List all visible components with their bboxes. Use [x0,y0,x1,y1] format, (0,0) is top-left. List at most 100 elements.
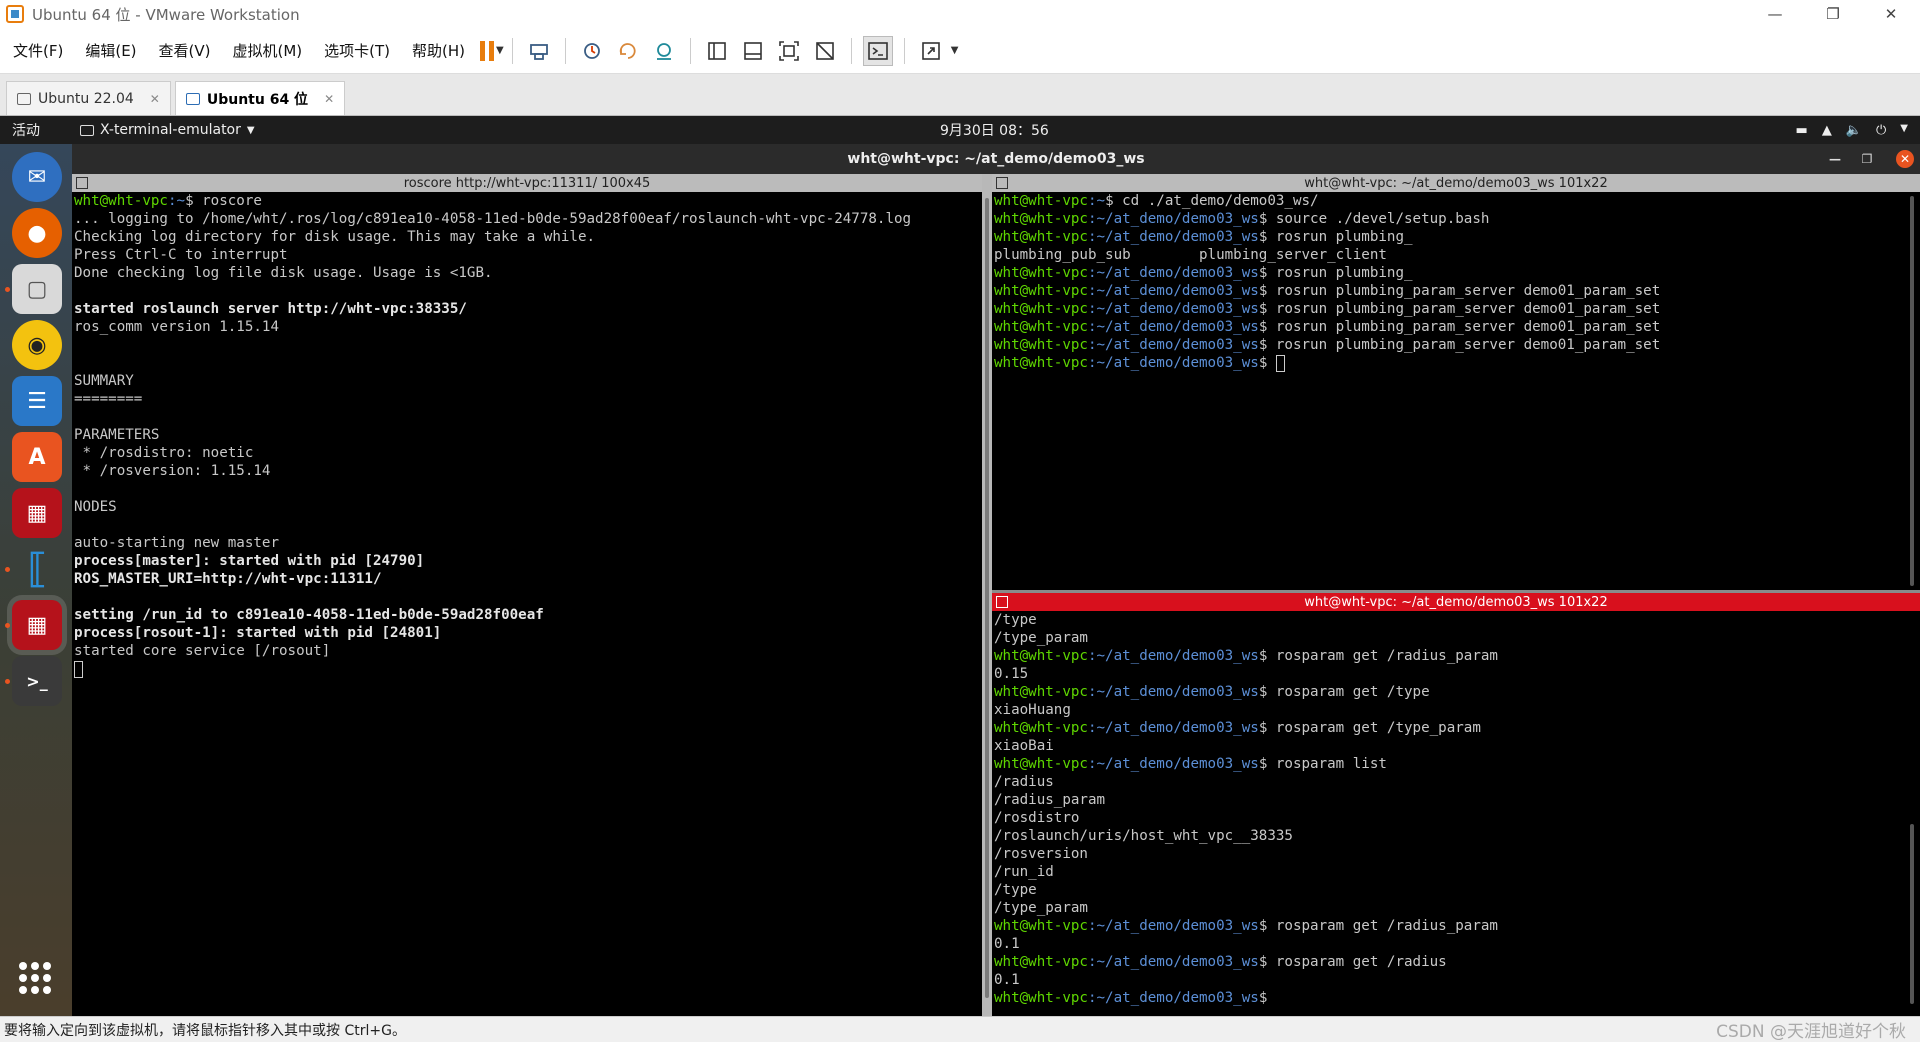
menu-help[interactable]: 帮助(H) [399,40,474,61]
activities-button[interactable]: 活动 [0,120,52,140]
terminator-icon[interactable]: ▦ [12,600,62,650]
tab-ubuntu-2204[interactable]: Ubuntu 22.04 ✕ [6,81,171,115]
terminal-line: /run_id [994,863,1920,881]
terminal-line: /radius_param [994,791,1920,809]
running-indicator [5,287,10,292]
line-text: PARAMETERS [74,427,160,443]
prompt-user: wht@wht-vpc [994,193,1088,209]
menu-file[interactable]: 文件(F) [0,40,72,61]
prompt-path: :~/at_demo/demo03_ws [1087,918,1259,934]
thunderbird-icon[interactable]: ✉ [12,152,62,202]
pane-group-icon[interactable] [76,177,88,189]
minimize-button[interactable]: — [1826,150,1844,168]
menu-view[interactable]: 查看(V) [146,40,220,61]
terminal-pane-bottom-right[interactable]: wht@wht-vpc: ~/at_demo/demo03_ws 101x22 … [992,593,1920,1016]
prompt-path: :~/at_demo/demo03_ws [1087,229,1259,245]
files-icon[interactable]: ▢ [12,264,62,314]
vmware-app-icon [6,5,24,23]
revert-snapshot-icon[interactable] [613,36,643,66]
pane-output[interactable]: /type/type_param wht@wht-vpc:~/at_demo/de… [992,611,1920,1007]
power-icon[interactable]: ⏻ [1876,123,1886,138]
vm-icon [185,92,200,105]
terminal-line: * /rosversion: 1.15.14 [74,462,982,480]
menu-tabs[interactable]: 选项卡(T) [311,40,399,61]
terminal-line: * /rosdistro: noetic [74,444,982,462]
pause-icon[interactable] [480,40,495,61]
prompt-user: wht@wht-vpc [74,193,168,209]
terminal-line: auto-starting new master [74,534,982,552]
maximize-button[interactable]: ❐ [1858,150,1876,168]
close-icon[interactable]: ✕ [324,92,334,106]
terminal-line: wht@wht-vpc:~/at_demo/demo03_ws$ rospara… [994,917,1920,935]
software-icon[interactable]: A [12,432,62,482]
line-text: SUMMARY [74,373,134,389]
terminal-line: PARAMETERS [74,426,982,444]
clock[interactable]: 9月30日 08：56 [940,120,1049,140]
menu-edit[interactable]: 编辑(E) [72,40,145,61]
terminal-pane-left[interactable]: roscore http://wht-vpc:11311/ 100x45 wht… [72,174,982,1016]
snapshot-manager-icon[interactable] [649,36,679,66]
line-text: /radius [994,774,1054,790]
app-menu[interactable]: X-terminal-emulator ▼ [80,122,255,138]
prompt-path: :~/at_demo/demo03_ws [1087,720,1259,736]
writer-icon[interactable]: ☰ [12,376,62,426]
scrollbar[interactable] [985,198,989,998]
pane-output[interactable]: wht@wht-vpc:~$ cd ./at_demo/demo03_ws/wh… [992,192,1920,372]
rhythmbox-icon[interactable]: ◉ [12,320,62,370]
vscode-icon[interactable]: ⟦ [12,544,62,594]
pane-titlebar[interactable]: wht@wht-vpc: ~/at_demo/demo03_ws 101x22 [992,593,1920,611]
chevron-down-icon[interactable]: ▼ [496,45,504,56]
thumbnail-bar-icon[interactable] [738,36,768,66]
send-ctrl-alt-del-icon[interactable] [524,36,554,66]
show-applications-icon[interactable] [19,962,51,994]
scrollbar[interactable] [1910,196,1914,586]
system-tray[interactable]: ▬ ▲ 🔈 ⏻ ▼ [1796,123,1908,138]
scrollbar[interactable] [1910,824,1914,1004]
prompt-path: :~/at_demo/demo03_ws [1087,301,1259,317]
pane-titlebar[interactable]: wht@wht-vpc: ~/at_demo/demo03_ws 101x22 [992,174,1920,192]
prompt-path: :~ [1087,193,1106,209]
show-library-icon[interactable] [702,36,732,66]
terminal-line: /type_param [994,899,1920,917]
terminal-line: wht@wht-vpc:~$ roscore [74,192,982,210]
prompt-path: :~/at_demo/demo03_ws [1087,648,1259,664]
pane-output[interactable]: wht@wht-vpc:~$ roscore... logging to /ho… [72,192,982,678]
prompt-user: wht@wht-vpc [994,319,1088,335]
terminal-pane-top-right[interactable]: wht@wht-vpc: ~/at_demo/demo03_ws 101x22 … [992,174,1920,590]
prompt-user: wht@wht-vpc [994,337,1088,353]
minimize-button[interactable]: — [1746,0,1804,28]
pane-titlebar[interactable]: roscore http://wht-vpc:11311/ 100x45 [72,174,982,192]
line-text: auto-starting new master [74,535,279,551]
unity-mode-icon[interactable] [810,36,840,66]
chevron-down-icon[interactable]: ▼ [1900,123,1908,138]
snapshot-icon[interactable] [577,36,607,66]
keyboard-icon[interactable]: ▬ [1796,123,1808,138]
terminal-line: process[rosout-1]: started with pid [248… [74,624,982,642]
close-icon[interactable]: ✕ [150,92,160,106]
restore-button[interactable]: ❐ [1804,0,1862,28]
pane-group-icon[interactable] [996,596,1008,608]
full-screen-icon[interactable] [774,36,804,66]
chevron-down-icon[interactable]: ▼ [951,45,959,56]
line-text: $ rosparam get /type_param [1258,720,1481,736]
terminal-titlebar[interactable]: wht@wht-vpc: ~/at_demo/demo03_ws — ❐ ✕ [72,144,1920,174]
menu-vm[interactable]: 虚拟机(M) [220,40,312,61]
guest-display[interactable]: 活动 X-terminal-emulator ▼ 9月30日 08：56 ▬ ▲… [0,116,1920,1016]
close-button[interactable]: ✕ [1896,150,1914,168]
terminal-line: NODES [74,498,982,516]
volume-icon[interactable]: 🔈 [1846,123,1862,138]
prompt-user: wht@wht-vpc [994,720,1088,736]
terminal-title: wht@wht-vpc: ~/at_demo/demo03_ws [847,151,1145,167]
firefox-icon[interactable]: ● [12,208,62,258]
pane-group-icon[interactable] [996,177,1008,189]
stretch-icon[interactable] [916,36,946,66]
network-icon[interactable]: ▲ [1822,123,1832,138]
terminator-icon[interactable]: ▦ [12,488,62,538]
text-cursor [74,661,83,678]
close-button[interactable]: ✕ [1862,0,1920,28]
tab-ubuntu-64[interactable]: Ubuntu 64 位 ✕ [174,81,346,115]
terminal-icon[interactable]: >_ [12,656,62,706]
console-view-icon[interactable] [862,35,893,66]
